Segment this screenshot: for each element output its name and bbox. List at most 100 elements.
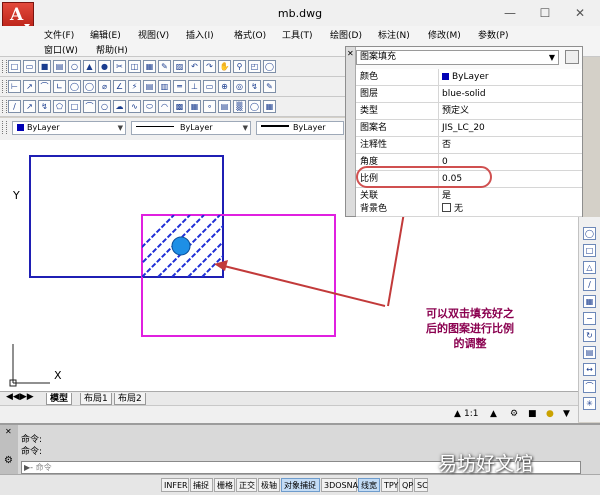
toolbar-grip[interactable] (2, 100, 7, 113)
scale-icon[interactable]: ▤ (583, 346, 596, 359)
color-combo[interactable]: ByLayer ▼ (12, 121, 126, 135)
make-block-icon[interactable]: ▦ (188, 100, 201, 113)
move-icon[interactable]: − (583, 312, 596, 325)
isolate-bulb-icon[interactable]: ● (546, 409, 554, 419)
arc-length-icon[interactable]: ⌒ (38, 80, 51, 93)
workspace-icon[interactable]: ⚙ (510, 409, 518, 419)
construction-line-icon[interactable]: ↗ (23, 100, 36, 113)
lineweight-combo[interactable]: ByLayer (256, 121, 344, 135)
status-toggle-button[interactable]: 栅格 (214, 478, 235, 492)
print-icon[interactable]: ▤ (53, 60, 66, 73)
dim-break-icon[interactable]: ⊥ (188, 80, 201, 93)
continue-dim-icon[interactable]: ▥ (158, 80, 171, 93)
dim-edit-icon[interactable]: ✎ (263, 80, 276, 93)
menu-dimension[interactable]: 标注(N) (378, 28, 410, 41)
property-row-pattern-name[interactable]: 图案名 JIS_LC_20 (356, 120, 582, 137)
close-icon[interactable]: ✕ (5, 427, 12, 436)
status-toggle-button[interactable]: 对象捕捉 (281, 478, 320, 492)
wrench-icon[interactable]: ⚙ (4, 455, 13, 466)
zoom-previous-icon[interactable]: ◯ (263, 60, 276, 73)
property-row-background[interactable]: 背景色 无 (356, 201, 582, 217)
menu-window[interactable]: 窗口(W) (44, 43, 78, 56)
zoom-window-icon[interactable]: ◰ (248, 60, 261, 73)
status-toggle-button[interactable]: SC (414, 478, 428, 492)
new-icon[interactable]: □ (8, 60, 21, 73)
ellipse-icon[interactable]: ⬭ (143, 100, 156, 113)
tab-layout2[interactable]: 布局2 (114, 393, 146, 405)
menu-file[interactable]: 文件(F) (44, 28, 74, 41)
status-toggle-button[interactable]: QP (399, 478, 413, 492)
preview-icon[interactable]: ○ (68, 60, 81, 73)
jogged-linear-icon[interactable]: ↯ (248, 80, 261, 93)
diameter-dim-icon[interactable]: ⌀ (98, 80, 111, 93)
close-icon[interactable]: ✕ (570, 6, 590, 20)
fillet-icon[interactable]: ⌒ (583, 380, 596, 393)
menu-view[interactable]: 视图(V) (138, 28, 169, 41)
property-row-annotative[interactable]: 注释性 否 (356, 137, 582, 154)
table-icon[interactable]: ▦ (263, 100, 276, 113)
circle-icon[interactable]: ○ (98, 100, 111, 113)
minimize-icon[interactable]: — (500, 6, 520, 20)
status-toggle-button[interactable]: 捕捉 (190, 478, 213, 492)
polygon-icon[interactable]: ⬠ (53, 100, 66, 113)
tab-model[interactable]: 模型 (46, 393, 73, 405)
annotation-visibility-icon[interactable]: ▲ (490, 409, 497, 419)
tolerance-icon[interactable]: ▭ (203, 80, 216, 93)
toolbar-grip[interactable] (2, 60, 7, 73)
jogged-dim-icon[interactable]: ◯ (83, 80, 96, 93)
blue-rectangle[interactable] (29, 155, 224, 278)
gradient-icon[interactable]: ▒ (233, 100, 246, 113)
mirror-icon[interactable]: △ (583, 261, 596, 274)
blue-circle[interactable] (171, 236, 191, 256)
block-editor-icon[interactable]: ▨ (173, 60, 186, 73)
object-type-combo[interactable]: 图案填充 ▼ (356, 50, 559, 65)
copy-icon[interactable]: ◫ (128, 60, 141, 73)
radius-dim-icon[interactable]: ◯ (68, 80, 81, 93)
rectangle-icon[interactable]: □ (68, 100, 81, 113)
property-row-type[interactable]: 类型 预定义 (356, 103, 582, 120)
insert-block-icon[interactable]: ▩ (173, 100, 186, 113)
array-icon[interactable]: ▦ (583, 295, 596, 308)
arc-icon[interactable]: ⌒ (83, 100, 96, 113)
palette-title-strip[interactable]: ✕ (346, 47, 356, 216)
menu-modify[interactable]: 修改(M) (428, 28, 461, 41)
tab-nav-arrows-icon[interactable]: ◀◀▶▶ (6, 392, 34, 402)
menu-insert[interactable]: 插入(I) (186, 28, 214, 41)
paste-icon[interactable]: ▦ (143, 60, 156, 73)
maximize-icon[interactable]: ☐ (535, 6, 555, 20)
center-mark-icon[interactable]: ⊕ (218, 80, 231, 93)
tab-layout1[interactable]: 布局1 (80, 393, 112, 405)
menu-tools[interactable]: 工具(T) (282, 28, 313, 41)
magenta-rectangle[interactable] (141, 214, 336, 337)
copy-object-icon[interactable]: □ (583, 244, 596, 257)
status-toggle-button[interactable]: 3DOSNAP (321, 478, 363, 492)
menu-draw[interactable]: 绘图(D) (330, 28, 362, 41)
lock-icon[interactable]: ■ (528, 409, 537, 419)
close-icon[interactable]: ✕ (347, 49, 354, 58)
polyline-icon[interactable]: ↯ (38, 100, 51, 113)
linear-dim-icon[interactable]: ⊢ (8, 80, 21, 93)
spline-icon[interactable]: ∿ (128, 100, 141, 113)
aligned-dim-icon[interactable]: ↗ (23, 80, 36, 93)
chevron-down-icon[interactable]: ▼ (563, 409, 570, 419)
ellipse-arc-icon[interactable]: ◠ (158, 100, 171, 113)
status-toggle-button[interactable]: 极轴 (258, 478, 280, 492)
toolbar-grip[interactable] (2, 121, 7, 134)
point-icon[interactable]: ∘ (203, 100, 216, 113)
publish-icon[interactable]: ▲ (83, 60, 96, 73)
linetype-combo[interactable]: ByLayer ▼ (131, 121, 251, 135)
save-icon[interactable]: ■ (38, 60, 51, 73)
annotation-scale[interactable]: 1:1 (464, 409, 478, 419)
menu-edit[interactable]: 编辑(E) (90, 28, 121, 41)
ordinate-dim-icon[interactable]: ∟ (53, 80, 66, 93)
dim-space-icon[interactable]: ═ (173, 80, 186, 93)
property-row-color[interactable]: 颜色 ByLayer (356, 69, 582, 86)
rotate-icon[interactable]: ↻ (583, 329, 596, 342)
command-window-handle[interactable]: ✕ ⚙ (0, 425, 18, 476)
redo-icon[interactable]: ↷ (203, 60, 216, 73)
menu-parametric[interactable]: 参数(P) (478, 28, 508, 41)
menu-format[interactable]: 格式(O) (234, 28, 266, 41)
match-properties-icon[interactable]: ✎ (158, 60, 171, 73)
baseline-dim-icon[interactable]: ▤ (143, 80, 156, 93)
toolbar-grip[interactable] (2, 80, 7, 93)
